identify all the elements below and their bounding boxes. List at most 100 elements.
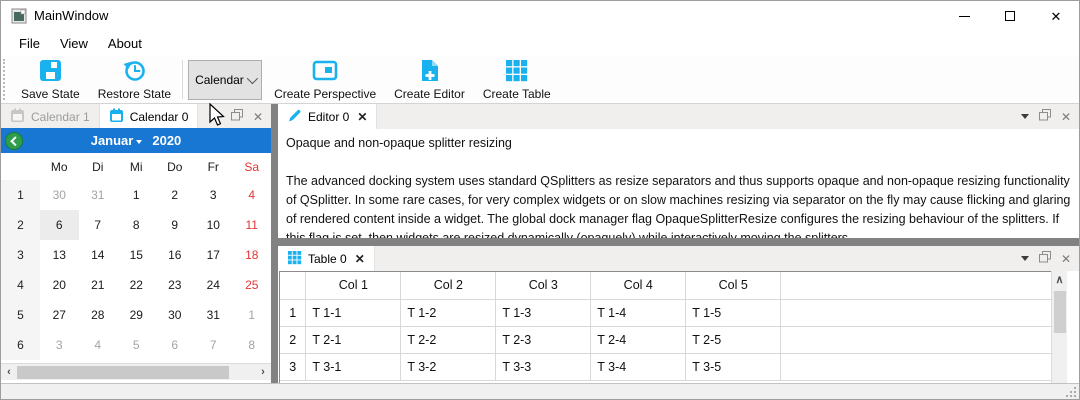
- scroll-right-icon[interactable]: ›: [255, 364, 271, 380]
- tab-calendar-0[interactable]: Calendar 0: [100, 104, 199, 129]
- horizontal-splitter[interactable]: [278, 238, 1079, 246]
- tab-close-icon[interactable]: ✕: [357, 110, 367, 124]
- dock-menu-arrow-icon[interactable]: [1021, 114, 1029, 119]
- calendar-day-cell[interactable]: 30: [156, 300, 195, 330]
- calendar-day-cell[interactable]: 14: [79, 240, 118, 270]
- table-row-header[interactable]: 3: [280, 353, 306, 380]
- month-selector[interactable]: Januar: [91, 133, 143, 148]
- calendar-day-cell[interactable]: 15: [117, 240, 156, 270]
- close-button[interactable]: ✕: [1033, 1, 1079, 31]
- table-cell[interactable]: T 2-1: [306, 326, 401, 353]
- calendar-day-cell[interactable]: 29: [117, 300, 156, 330]
- table-cell[interactable]: T 1-1: [306, 299, 401, 326]
- editor-content[interactable]: Opaque and non-opaque splitter resizing …: [278, 129, 1079, 238]
- calendar-day-cell[interactable]: 16: [156, 240, 195, 270]
- calendar-day-cell[interactable]: 6: [40, 210, 79, 240]
- table-cell[interactable]: T 2-5: [686, 326, 781, 353]
- size-grip[interactable]: [1064, 385, 1076, 397]
- save-state-button[interactable]: Save State: [12, 56, 89, 103]
- calendar-day-cell[interactable]: 7: [194, 330, 233, 360]
- table-column-header[interactable]: Col 3: [496, 272, 591, 299]
- calendar-day-cell[interactable]: 7: [79, 210, 118, 240]
- scrollbar-thumb[interactable]: [1054, 291, 1066, 333]
- dock-close-icon[interactable]: ✕: [1061, 111, 1071, 123]
- create-perspective-button[interactable]: Create Perspective: [265, 56, 385, 103]
- calendar-day-cell[interactable]: 1: [233, 300, 272, 330]
- table-row-header[interactable]: 2: [280, 326, 306, 353]
- calendar-day-cell[interactable]: 6: [156, 330, 195, 360]
- table-row-header[interactable]: 1: [280, 299, 306, 326]
- calendar-day-cell[interactable]: 11: [233, 210, 272, 240]
- calendar-day-cell[interactable]: 10: [194, 210, 233, 240]
- table-cell[interactable]: T 1-2: [401, 299, 496, 326]
- table-column-header[interactable]: Col 5: [686, 272, 781, 299]
- calendar-day-cell[interactable]: 8: [117, 210, 156, 240]
- create-table-button[interactable]: Create Table: [474, 56, 560, 103]
- calendar-day-cell[interactable]: 3: [40, 330, 79, 360]
- menu-view[interactable]: View: [50, 32, 98, 55]
- restore-state-button[interactable]: Restore State: [89, 56, 180, 103]
- table-cell[interactable]: T 2-3: [496, 326, 591, 353]
- dock-menu-arrow-icon[interactable]: [213, 114, 221, 119]
- calendar-day-cell[interactable]: 18: [233, 240, 272, 270]
- tab-editor-0[interactable]: Editor 0 ✕: [278, 104, 377, 129]
- table-column-header[interactable]: Col 2: [401, 272, 496, 299]
- toolbar-drag-handle[interactable]: [3, 59, 10, 100]
- table-cell[interactable]: T 3-5: [686, 353, 781, 380]
- calendar-day-cell[interactable]: 2: [156, 180, 195, 210]
- table-column-header[interactable]: Col 4: [591, 272, 686, 299]
- calendar-day-cell[interactable]: 13: [40, 240, 79, 270]
- table-cell[interactable]: T 1-3: [496, 299, 591, 326]
- dock-menu-arrow-icon[interactable]: [1021, 256, 1029, 261]
- calendar-day-cell[interactable]: 20: [40, 270, 79, 300]
- table-cell[interactable]: T 1-5: [686, 299, 781, 326]
- table-column-header[interactable]: Col 1: [306, 272, 401, 299]
- dock-float-icon[interactable]: [231, 109, 243, 124]
- tab-calendar-1[interactable]: Calendar 1: [1, 104, 100, 129]
- calendar-day-cell[interactable]: 31: [194, 300, 233, 330]
- table-cell[interactable]: T 3-3: [496, 353, 591, 380]
- calendar-day-cell[interactable]: 22: [117, 270, 156, 300]
- calendar-day-cell[interactable]: 21: [79, 270, 118, 300]
- scroll-left-icon[interactable]: ‹: [1, 364, 17, 380]
- scroll-up-icon[interactable]: ∧: [1052, 271, 1067, 287]
- calendar-day-cell[interactable]: 4: [233, 180, 272, 210]
- calendar-day-cell[interactable]: 23: [156, 270, 195, 300]
- vertical-splitter[interactable]: [271, 104, 278, 383]
- dock-float-icon[interactable]: [1039, 109, 1051, 124]
- tab-table-0[interactable]: Table 0 ✕: [278, 246, 375, 271]
- calendar-day-cell[interactable]: 30: [40, 180, 79, 210]
- table-cell[interactable]: T 3-4: [591, 353, 686, 380]
- maximize-button[interactable]: [987, 1, 1033, 31]
- table-corner-header[interactable]: [280, 272, 306, 299]
- create-editor-button[interactable]: Create Editor: [385, 56, 474, 103]
- previous-month-button[interactable]: [5, 132, 23, 150]
- menu-about[interactable]: About: [98, 32, 152, 55]
- table-cell[interactable]: T 3-2: [401, 353, 496, 380]
- perspective-combobox[interactable]: Calendar: [188, 60, 262, 100]
- calendar-day-cell[interactable]: 3: [194, 180, 233, 210]
- calendar-day-cell[interactable]: 17: [194, 240, 233, 270]
- tab-close-icon[interactable]: ✕: [355, 252, 365, 266]
- year-label[interactable]: 2020: [152, 133, 181, 148]
- minimize-button[interactable]: [941, 1, 987, 31]
- title-bar[interactable]: MainWindow ✕: [1, 1, 1079, 31]
- table-cell[interactable]: T 3-1: [306, 353, 401, 380]
- calendar-day-cell[interactable]: 8: [233, 330, 272, 360]
- menu-file[interactable]: File: [9, 32, 50, 55]
- scrollbar-thumb[interactable]: [17, 366, 229, 379]
- calendar-day-cell[interactable]: 9: [156, 210, 195, 240]
- table-cell[interactable]: T 2-2: [401, 326, 496, 353]
- table-cell[interactable]: T 2-4: [591, 326, 686, 353]
- dock-float-icon[interactable]: [1039, 251, 1051, 266]
- calendar-day-cell[interactable]: 24: [194, 270, 233, 300]
- calendar-day-cell[interactable]: 28: [79, 300, 118, 330]
- table-vertical-scrollbar[interactable]: ∧ ∨: [1051, 271, 1067, 400]
- calendar-day-cell[interactable]: 1: [117, 180, 156, 210]
- table-cell[interactable]: T 1-4: [591, 299, 686, 326]
- dock-close-icon[interactable]: ✕: [253, 111, 263, 123]
- calendar-day-cell[interactable]: 27: [40, 300, 79, 330]
- calendar-day-cell[interactable]: 5: [117, 330, 156, 360]
- dock-close-icon[interactable]: ✕: [1061, 253, 1071, 265]
- calendar-day-cell[interactable]: 25: [233, 270, 272, 300]
